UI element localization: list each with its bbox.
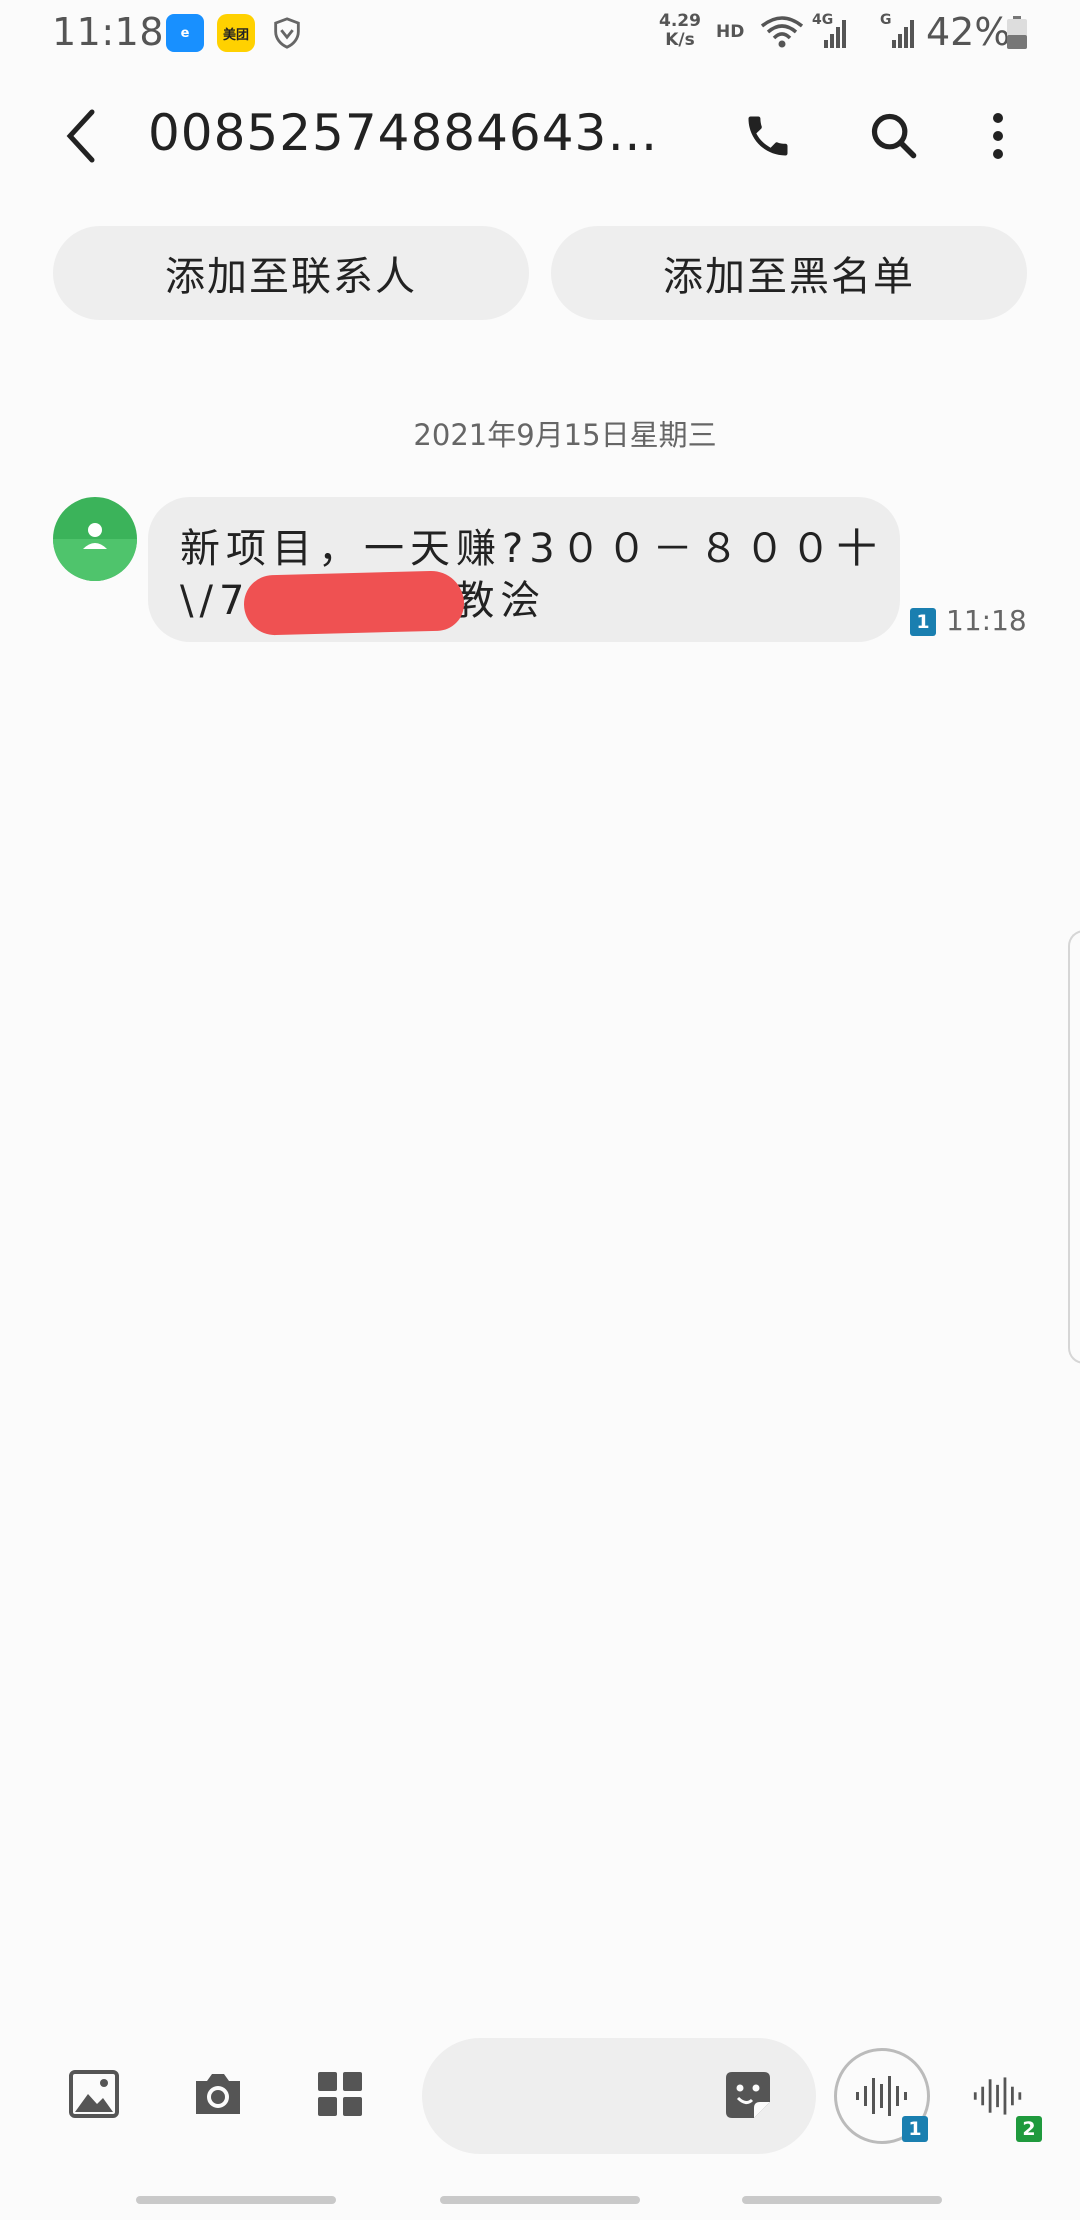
avatar[interactable] [53,497,137,581]
add-to-blacklist-button[interactable]: 添加至黑名单 [551,226,1027,320]
search-icon [871,113,917,159]
edge-panel-handle[interactable] [1068,930,1080,1364]
meituan-icon: 美团 [217,14,255,52]
more-options-button[interactable] [966,104,1030,168]
more-vert-icon [993,113,1003,159]
search-button[interactable] [862,104,926,168]
message-line-1: 新项目，一天赚?3００－８００十 [180,526,883,572]
voice-wave-icon [856,2076,907,2116]
nav-hint-back[interactable] [742,2196,942,2204]
status-bar: 11:18 e 美团 4.29 K/s HD 4G G 42% [0,0,1080,68]
back-button[interactable] [50,104,114,168]
nav-hint-home[interactable] [440,2196,640,2204]
redaction-mark [243,570,465,636]
camera-button[interactable] [188,2064,248,2124]
date-separator: 2021年9月15日星期三 [413,418,717,452]
back-arrow-icon [66,109,95,163]
message-bubble[interactable]: 新项目，一天赚?3００－８００十 \/7 苞教浍 [148,497,900,642]
signal-sim2-icon [892,20,914,48]
voice-sim1-badge: 1 [902,2116,928,2142]
sticker-button[interactable] [720,2068,776,2124]
signal-sim1-icon [824,20,846,48]
sim1-badge: 1 [910,608,936,636]
status-time: 11:18 [52,10,165,54]
battery-icon [1007,16,1027,49]
battery-percent: 42% [926,10,1011,54]
apps-button[interactable] [310,2064,370,2124]
voice-sim2-badge: 2 [1016,2116,1042,2142]
message-time: 11:18 [946,604,1027,637]
conversation-title: 008525748846434... [148,104,660,162]
net-speed-unit: K/s [665,30,695,50]
person-icon [53,523,137,581]
eleme-icon: e [166,14,204,52]
conversation-app-bar: 008525748846434... [0,90,1080,184]
hd-indicator: HD [716,22,745,42]
camera-icon [196,2074,240,2114]
net-speed-value: 4.29 [659,11,701,31]
gallery-button[interactable] [64,2064,124,2124]
message-line-2-prefix: \/7 [180,578,251,624]
add-to-contacts-button[interactable]: 添加至联系人 [53,226,529,320]
shield-icon [274,17,300,49]
call-button[interactable] [736,104,800,168]
sticker-icon [726,2072,770,2118]
image-icon [69,2070,119,2118]
messages-screen: 11:18 e 美团 4.29 K/s HD 4G G 42% 00852574… [0,0,1080,2220]
net-speed: 4.29 K/s [656,12,704,50]
voice-wave-icon [973,2077,1022,2115]
nav-hint-recents[interactable] [136,2196,336,2204]
phone-icon [748,116,788,156]
grid-icon [318,2072,362,2116]
wifi-icon [760,16,804,48]
